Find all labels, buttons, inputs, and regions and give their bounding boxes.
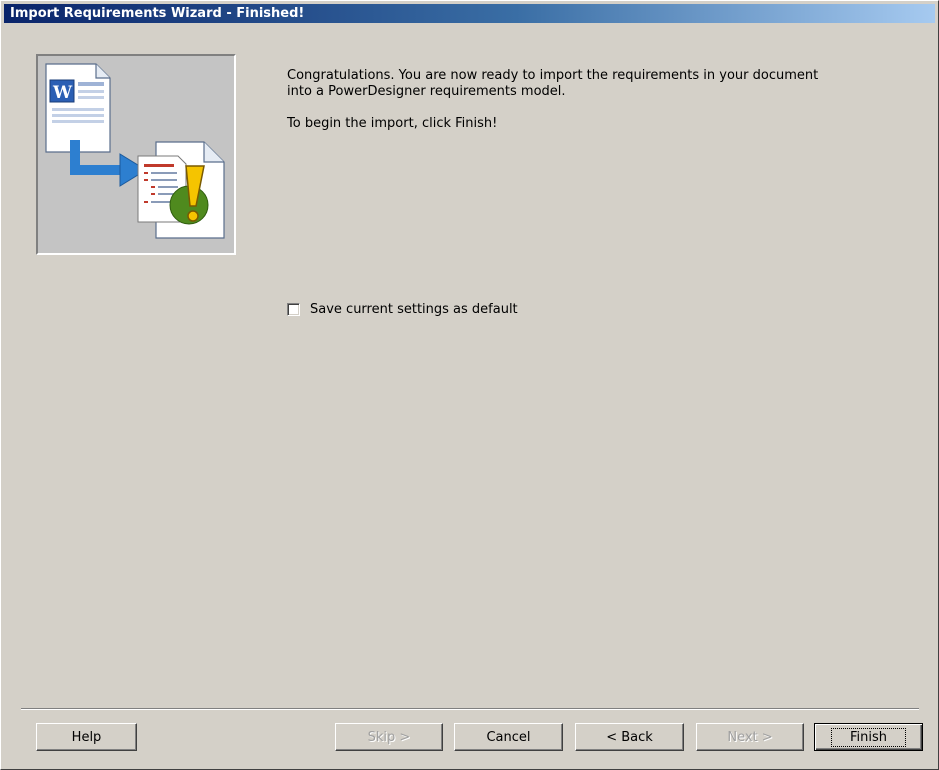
message-line: To begin the import, click Finish! <box>287 116 498 131</box>
help-button[interactable]: Help <box>36 723 137 751</box>
requirements-document-icon <box>137 141 225 239</box>
message-line: Congratulations. You are now ready to im… <box>287 68 819 83</box>
import-wizard-dialog: Import Requirements Wizard - Finished! W <box>0 0 939 770</box>
title-bar[interactable]: Import Requirements Wizard - Finished! <box>4 4 935 23</box>
cancel-button-label: Cancel <box>486 729 531 745</box>
wizard-illustration: W <box>36 54 236 255</box>
word-document-import-to-requirements-icon: W <box>45 63 225 239</box>
skip-button[interactable]: Skip > <box>335 723 443 751</box>
help-button-label: Help <box>71 729 102 745</box>
finish-button[interactable]: Finish <box>814 723 923 751</box>
save-default-checkbox[interactable] <box>287 302 300 316</box>
back-button-label: < Back <box>606 729 653 745</box>
button-separator <box>21 708 919 710</box>
finish-button-label: Finish <box>830 727 906 747</box>
skip-button-label: Skip > <box>367 729 411 745</box>
next-button[interactable]: Next > <box>696 723 804 751</box>
back-button[interactable]: < Back <box>575 723 684 751</box>
wizard-message: Congratulations. You are now ready to im… <box>287 68 917 132</box>
message-line: into a PowerDesigner requirements model. <box>287 84 566 99</box>
word-document-icon: W <box>45 63 111 153</box>
window-title: Import Requirements Wizard - Finished! <box>10 6 305 21</box>
save-default-label[interactable]: Save current settings as default <box>310 302 518 317</box>
cancel-button[interactable]: Cancel <box>454 723 563 751</box>
next-button-label: Next > <box>727 729 773 745</box>
svg-text:W: W <box>52 83 73 103</box>
save-default-option[interactable]: Save current settings as default <box>287 299 518 319</box>
